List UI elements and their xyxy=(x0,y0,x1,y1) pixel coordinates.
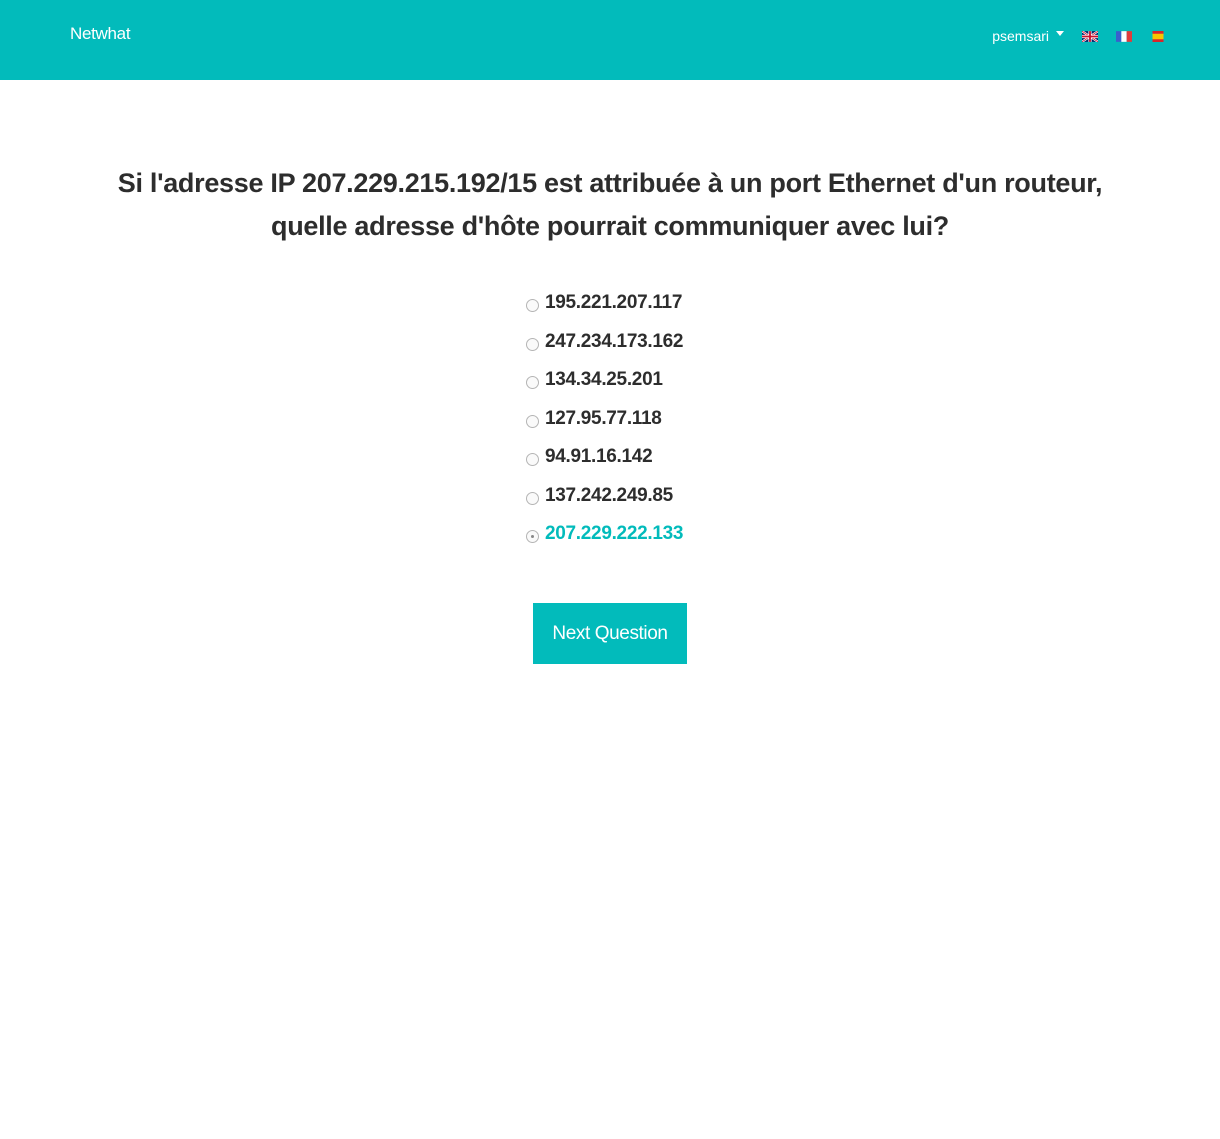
answer-label: 207.229.222.133 xyxy=(545,523,684,545)
answer-option[interactable]: 134.34.25.201 xyxy=(526,361,683,400)
top-navbar: Netwhat psemsari xyxy=(0,0,1220,80)
radio-button[interactable] xyxy=(526,414,539,428)
answer-options: 195.221.207.117 247.234.173.162 134.34.2… xyxy=(526,284,683,554)
radio-button[interactable] xyxy=(526,376,539,390)
radio-button[interactable] xyxy=(526,530,539,544)
answer-option[interactable]: 137.242.249.85 xyxy=(526,477,683,516)
brand-link[interactable]: Netwhat xyxy=(70,24,131,44)
english-flag-icon[interactable] xyxy=(1082,30,1098,42)
answer-label: 94.91.16.142 xyxy=(545,446,653,468)
spanish-flag-icon[interactable] xyxy=(1150,30,1166,42)
question-text: Si l'adresse IP 207.229.215.192/15 est a… xyxy=(117,168,1103,241)
chevron-down-icon xyxy=(1056,30,1064,36)
radio-button[interactable] xyxy=(526,299,539,313)
answer-option[interactable]: 247.234.173.162 xyxy=(526,323,683,362)
radio-button[interactable] xyxy=(526,337,539,351)
radio-button[interactable] xyxy=(526,491,539,505)
french-flag-icon[interactable] xyxy=(1116,30,1132,42)
answer-label: 134.34.25.201 xyxy=(545,369,663,391)
next-question-button[interactable]: Next Question xyxy=(533,603,687,664)
answer-label: 247.234.173.162 xyxy=(545,330,684,352)
username-label: psemsari xyxy=(992,28,1049,44)
nav-right: psemsari xyxy=(992,26,1166,46)
answer-label: 195.221.207.117 xyxy=(545,292,683,314)
answer-label: 127.95.77.118 xyxy=(545,407,662,429)
answer-option[interactable]: 94.91.16.142 xyxy=(526,438,683,477)
answer-label: 137.242.249.85 xyxy=(545,484,673,506)
radio-button[interactable] xyxy=(526,453,539,467)
answer-option[interactable]: 207.229.222.133 xyxy=(526,515,683,554)
answer-option[interactable]: 195.221.207.117 xyxy=(526,284,683,323)
user-dropdown-toggle[interactable]: psemsari xyxy=(992,28,1064,44)
answer-option[interactable]: 127.95.77.118 xyxy=(526,400,683,439)
